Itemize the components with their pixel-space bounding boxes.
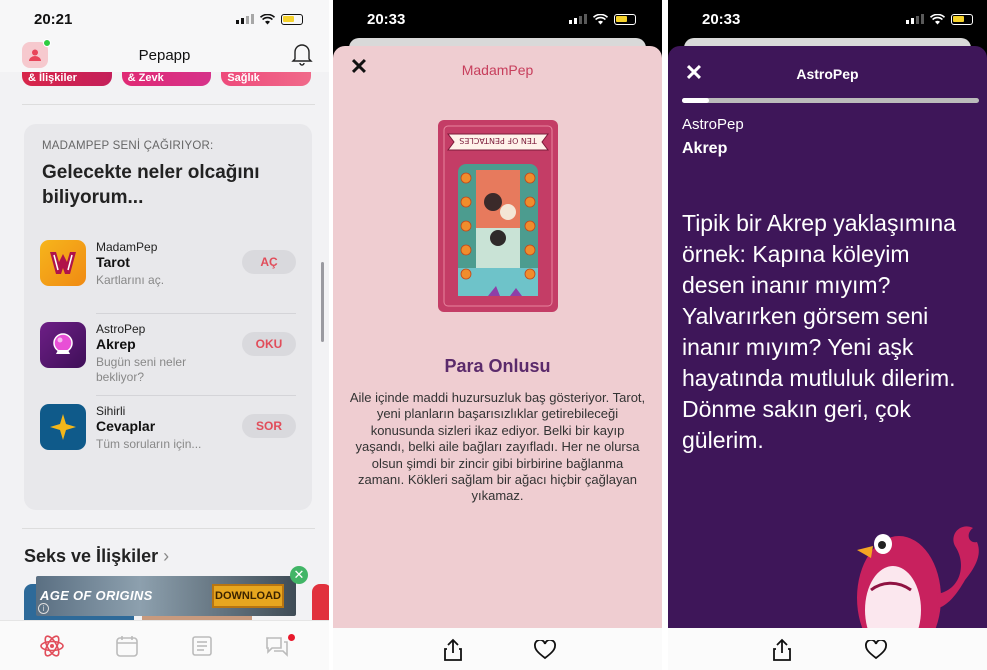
ad-info-icon[interactable]: i [38, 603, 49, 614]
notification-dot [288, 633, 296, 641]
status-time: 20:21 [34, 10, 73, 28]
action-bar [333, 628, 662, 670]
pepapp-home-screen: 20:21 Pepapp & İlişkiler & Zevk Sağlık M… [0, 0, 329, 670]
row-divider [96, 313, 296, 314]
status-bar: 20:21 [0, 0, 329, 38]
row-brand: MadamPep [96, 240, 158, 254]
card-headline: Gelecekte neler olcağını biliyorum... [42, 162, 260, 208]
status-icons [236, 13, 303, 25]
row-divider [96, 395, 296, 396]
tab-chat[interactable] [257, 626, 297, 666]
tarot-card-image[interactable]: TEN OF PENTACLES [438, 120, 558, 312]
story-progress-bar [682, 98, 979, 103]
battery-icon [281, 13, 303, 25]
row-name: Cevaplar [96, 418, 156, 434]
ask-button[interactable]: SOR [242, 414, 296, 438]
action-bar [668, 628, 987, 670]
profile-avatar[interactable] [22, 39, 51, 68]
wifi-icon [593, 13, 608, 24]
horoscope-sheet: ✕ AstroPep AstroPep Akrep Tipik bir Akre… [668, 46, 987, 670]
card-title: Para Onlusu [444, 356, 551, 376]
scrollbar[interactable] [321, 262, 324, 342]
status-bar: 20:33 [668, 0, 987, 38]
row-name: Akrep [96, 336, 136, 352]
bell-icon[interactable] [291, 42, 313, 66]
zodiac-sign: Akrep [682, 140, 728, 157]
row-brand: AstroPep [96, 322, 146, 336]
list-item-akrep[interactable]: AstroPep Akrep Bugün seni neler bekliyor… [40, 322, 298, 388]
status-bar: 20:33 [333, 0, 662, 38]
crystal-ball-icon [40, 322, 86, 368]
like-button[interactable] [864, 638, 888, 662]
divider [22, 104, 315, 105]
category-chips: & İlişkiler & Zevk Sağlık [22, 72, 311, 86]
madampep-logo-icon [40, 240, 86, 286]
chat-icon [266, 636, 289, 657]
star-icon [40, 404, 86, 450]
carousel-item[interactable] [312, 584, 329, 620]
signal-icon [236, 14, 254, 24]
battery-icon [951, 13, 973, 25]
horoscope-text: Tipik bir Akrep yaklaşımına örnek: Kapın… [682, 210, 956, 453]
heart-icon [534, 640, 556, 660]
list-item-cevaplar[interactable]: Sihirli Cevaplar Tüm soruların için... S… [40, 404, 298, 470]
card-description: Aile içinde maddi huzursuzluk baş göster… [349, 390, 646, 504]
battery-icon [614, 13, 636, 25]
share-button[interactable] [770, 638, 794, 662]
heart-icon [865, 640, 887, 660]
chevron-right-icon: › [163, 546, 170, 566]
ad-banner[interactable]: AGE OF ORIGINS DOWNLOAD i [36, 576, 296, 616]
divider [22, 528, 315, 529]
progress-fill [682, 98, 709, 103]
card-kicker: MADAMPEP SENİ ÇAĞIRIYOR: [42, 140, 214, 152]
section-title[interactable]: Seks ve İlişkiler › [24, 546, 169, 567]
astropep-horoscope-screen: 20:33 ✕ AstroPep AstroPep Akrep Tipik bi… [668, 0, 987, 670]
open-button[interactable]: AÇ [242, 250, 296, 274]
atom-icon [39, 634, 64, 657]
tab-bar [0, 620, 329, 670]
ad-download-button[interactable]: DOWNLOAD [212, 584, 284, 608]
row-subtitle: Kartlarını aç. [96, 273, 165, 287]
tab-calendar[interactable] [107, 626, 147, 666]
status-time: 20:33 [367, 10, 406, 28]
madampep-card: MADAMPEP SENİ ÇAĞIRIYOR: Gelecekte neler… [24, 124, 312, 510]
row-name: Tarot [96, 254, 130, 270]
row-brand: Sihirli [96, 404, 126, 418]
card-banner: TEN OF PENTACLES [459, 136, 538, 145]
list-item-tarot[interactable]: MadamPep Tarot Kartlarını aç. AÇ [40, 240, 298, 306]
section-title-label: Seks ve İlişkiler [24, 546, 159, 566]
status-time: 20:33 [702, 10, 741, 28]
online-indicator [43, 39, 51, 47]
tab-home[interactable] [32, 626, 72, 666]
news-icon [192, 635, 212, 656]
calendar-icon [116, 635, 138, 657]
sheet-title: MadamPep [461, 62, 534, 78]
status-icons [569, 13, 636, 25]
wifi-icon [260, 13, 275, 24]
chip-relationships[interactable]: & İlişkiler [22, 72, 112, 86]
ad-close-button[interactable]: ✕ [290, 566, 308, 584]
like-button[interactable] [533, 638, 557, 662]
share-button[interactable] [441, 638, 465, 662]
signal-icon [906, 14, 924, 24]
app-header: Pepapp [0, 38, 329, 72]
ad-title: AGE OF ORIGINS [40, 588, 153, 603]
row-subtitle: Tüm soruların için... [96, 437, 202, 451]
horoscope-brand: AstroPep [682, 116, 744, 133]
madampep-tarot-screen: 20:33 ✕ MadamPep TEN OF PENTACLES Para O… [333, 0, 662, 670]
row-subtitle: Bugün seni neler bekliyor? [96, 355, 187, 384]
tab-news[interactable] [182, 626, 222, 666]
share-icon [773, 638, 791, 661]
wifi-icon [930, 13, 945, 24]
app-title: Pepapp [138, 46, 191, 64]
chip-health[interactable]: Sağlık [221, 72, 311, 86]
signal-icon [569, 14, 587, 24]
person-icon [29, 49, 41, 61]
status-icons [906, 13, 973, 25]
share-icon [444, 638, 462, 661]
sheet-title: AstroPep [796, 66, 859, 82]
read-button[interactable]: OKU [242, 332, 296, 356]
chip-pleasure[interactable]: & Zevk [121, 72, 212, 86]
tarot-sheet: ✕ MadamPep TEN OF PENTACLES Para Onlusu … [333, 46, 662, 670]
